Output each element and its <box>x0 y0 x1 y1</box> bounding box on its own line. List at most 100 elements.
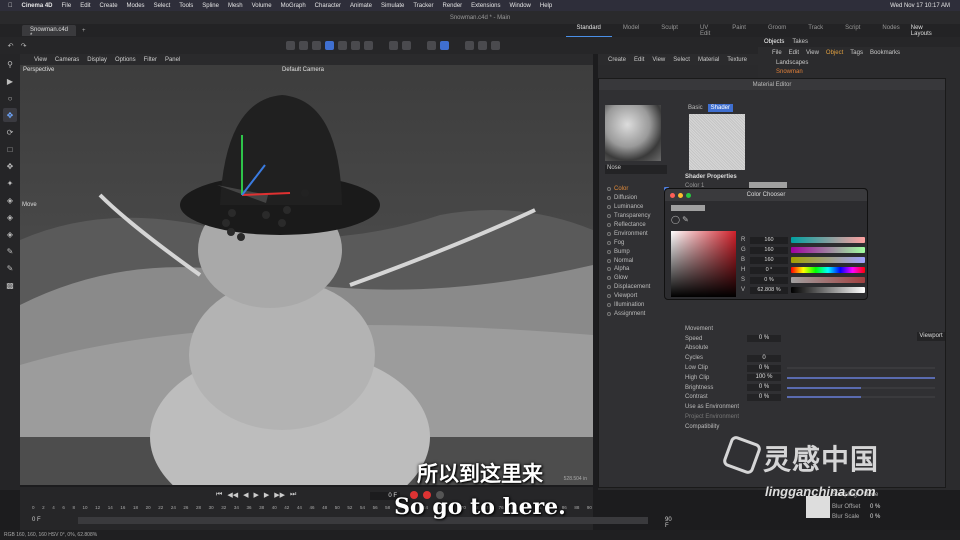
objects-menu-file[interactable]: File <box>772 50 782 56</box>
channel-assignment[interactable]: Assignment <box>607 309 669 318</box>
undo-icon[interactable]: ↶ <box>6 42 15 50</box>
menu-item-mograph[interactable]: MoGraph <box>281 3 306 9</box>
editor-tab-shader[interactable]: Shader <box>707 104 734 112</box>
prop-slider[interactable] <box>787 396 935 399</box>
layout-tab-paint[interactable]: Paint <box>721 25 757 37</box>
objects-menu-tags[interactable]: Tags <box>850 50 863 56</box>
color-row-slider[interactable] <box>791 287 865 293</box>
paint-icon[interactable]: ✎ <box>3 261 17 275</box>
viewport-menu-filter[interactable]: Filter <box>144 57 157 63</box>
channel-diffusion[interactable]: Diffusion <box>607 194 669 203</box>
move-icon[interactable]: ✥ <box>3 108 17 122</box>
cloner-icon[interactable] <box>364 41 373 50</box>
channel-displacement[interactable]: Displacement <box>607 283 669 292</box>
saturation-value-field[interactable] <box>671 231 736 297</box>
menu-item-select[interactable]: Select <box>154 3 171 9</box>
prop-value[interactable]: 0 % <box>747 393 781 401</box>
picker-icons[interactable]: ◯ ✎ <box>671 215 711 224</box>
objects-menu-object[interactable]: Object <box>826 50 843 56</box>
color-row-value[interactable]: 160 <box>750 236 788 244</box>
channel-reflectance[interactable]: Reflectance <box>607 221 669 230</box>
sky-icon[interactable] <box>491 41 500 50</box>
add-tab-icon[interactable]: + <box>82 28 86 34</box>
apple-icon[interactable]:  <box>8 3 13 9</box>
color-row-value[interactable]: 160 <box>750 256 788 264</box>
menu-item-render[interactable]: Render <box>442 3 462 9</box>
channel-fog[interactable]: Fog <box>607 238 669 247</box>
color-row-slider[interactable] <box>791 257 865 263</box>
pen-icon[interactable] <box>338 41 347 50</box>
points-mode-icon[interactable]: ◈ <box>3 193 17 207</box>
material-menu-material[interactable]: Material <box>698 57 719 63</box>
viewport-menu-view[interactable]: View <box>34 57 47 63</box>
viewport[interactable]: Perspective Default Camera Move 528.504 … <box>20 65 593 485</box>
material-menu-select[interactable]: Select <box>673 57 690 63</box>
channel-illumination[interactable]: Illumination <box>607 301 669 310</box>
prop-value[interactable]: 100 % <box>747 374 781 382</box>
channel-viewport[interactable]: Viewport <box>607 292 669 301</box>
objects-tab-objects[interactable]: Objects <box>764 39 784 45</box>
menu-item-spline[interactable]: Spline <box>202 3 219 9</box>
viewport-label[interactable]: Perspective <box>23 67 54 73</box>
rotate-icon[interactable]: ⟳ <box>3 125 17 139</box>
channel-glow[interactable]: Glow <box>607 274 669 283</box>
channel-normal[interactable]: Normal <box>607 256 669 265</box>
layout-tab-nodes[interactable]: Nodes <box>871 25 910 37</box>
minimize-icon[interactable] <box>678 192 683 198</box>
live-select-icon[interactable]: ○ <box>3 91 17 105</box>
app-menu[interactable]: Cinema 4D <box>22 3 53 9</box>
menu-item-file[interactable]: File <box>62 3 72 9</box>
light-icon[interactable] <box>465 41 474 50</box>
object-row[interactable]: Snowman <box>758 67 960 76</box>
color-row-slider[interactable] <box>791 277 865 283</box>
viewport-menu-cameras[interactable]: Cameras <box>55 57 79 63</box>
object-row[interactable]: Landscapes <box>758 58 960 67</box>
channel-alpha[interactable]: Alpha <box>607 265 669 274</box>
layout-tab-uv-edit[interactable]: UV Edit <box>689 25 721 37</box>
color-row-value[interactable]: 0 % <box>750 276 788 284</box>
color-row-value[interactable]: 62.808 % <box>750 286 788 294</box>
color-row-value[interactable]: 0 ° <box>750 266 788 274</box>
layout-tab-track[interactable]: Track <box>797 25 834 37</box>
close-icon[interactable] <box>670 192 675 198</box>
render-icon[interactable] <box>299 41 308 50</box>
edges-mode-icon[interactable]: ◈ <box>3 210 17 224</box>
menu-item-help[interactable]: Help <box>540 3 552 9</box>
prop-slider[interactable] <box>787 367 935 370</box>
layout-tab-standard[interactable]: Standard <box>565 25 612 37</box>
menu-item-tracker[interactable]: Tracker <box>413 3 433 9</box>
prop-value[interactable]: 0 <box>747 354 781 362</box>
menu-item-modes[interactable]: Modes <box>127 3 145 9</box>
material-menu-edit[interactable]: Edit <box>634 57 644 63</box>
menu-item-extensions[interactable]: Extensions <box>471 3 500 9</box>
texture-icon[interactable]: ▩ <box>3 278 17 292</box>
render-view-icon[interactable] <box>286 41 295 50</box>
menu-item-character[interactable]: Character <box>315 3 341 9</box>
color-row-slider[interactable] <box>791 267 865 273</box>
menu-item-mesh[interactable]: Mesh <box>228 3 243 9</box>
prop-slider[interactable] <box>787 386 935 389</box>
new-layouts-button[interactable]: New Layouts <box>911 25 960 37</box>
menu-item-window[interactable]: Window <box>510 3 531 9</box>
material-name-field[interactable]: Nose <box>605 165 667 174</box>
channel-luminance[interactable]: Luminance <box>607 203 669 212</box>
scale-icon[interactable]: □ <box>3 142 17 156</box>
grid-icon[interactable] <box>427 41 436 50</box>
camera-icon[interactable] <box>478 41 487 50</box>
channel-color[interactable]: Color <box>607 185 669 194</box>
layout-tab-model[interactable]: Model <box>612 25 650 37</box>
color-row-slider[interactable] <box>791 247 865 253</box>
viewport-menu-options[interactable]: Options <box>115 57 136 63</box>
objects-tab-takes[interactable]: Takes <box>792 39 808 45</box>
menu-item-animate[interactable]: Animate <box>350 3 372 9</box>
viewport-menu-panel[interactable]: Panel <box>165 57 180 63</box>
prop-value[interactable]: 0 % <box>747 335 781 343</box>
scene-icon[interactable] <box>402 41 411 50</box>
material-menu-view[interactable]: View <box>652 57 665 63</box>
channel-bump[interactable]: Bump <box>607 247 669 256</box>
layout-tab-script[interactable]: Script <box>834 25 871 37</box>
menu-item-create[interactable]: Create <box>100 3 118 9</box>
editor-tab-basic[interactable]: Basic <box>685 104 706 112</box>
subdivision-icon[interactable] <box>351 41 360 50</box>
material-preview[interactable] <box>605 105 661 161</box>
